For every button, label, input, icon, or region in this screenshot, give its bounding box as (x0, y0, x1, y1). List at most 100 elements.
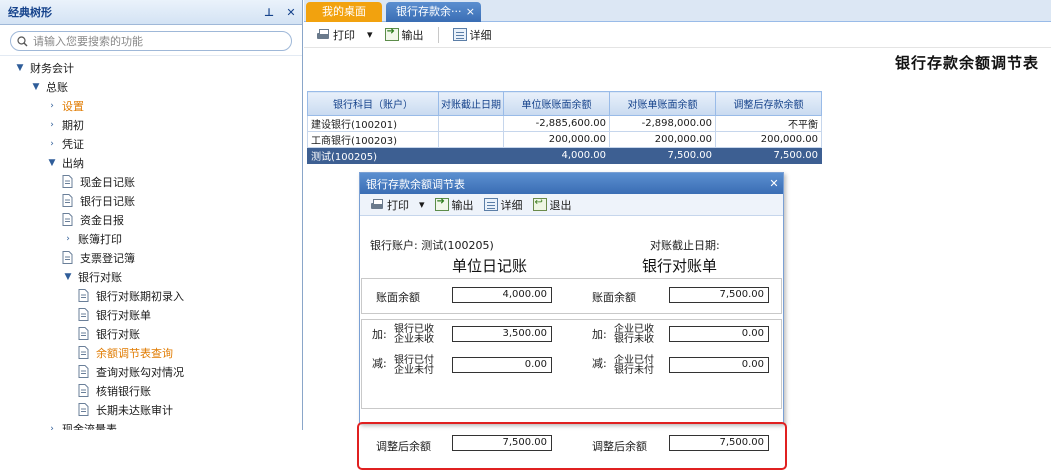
table-cell (438, 115, 504, 132)
dialog-exit-button[interactable]: 退出 (529, 195, 576, 215)
chevron-right-icon[interactable]: › (46, 424, 58, 431)
table-cell: 200,000.00 (503, 131, 610, 148)
left-panel-header: 经典树形 ⊥ ✕ (0, 0, 302, 25)
chevron-down-icon[interactable]: ▼ (46, 158, 58, 168)
right-add-label: 企业已收 银行未收 (614, 324, 654, 345)
tree-item-label: 查询对账勾对情况 (96, 365, 184, 379)
dialog-titlebar[interactable]: 银行存款余额调节表 ✕ (360, 173, 783, 194)
tree-item[interactable]: 银行对账单 (0, 305, 302, 324)
tree-item[interactable]: 银行对账 (0, 324, 302, 343)
reconciliation-table: 银行科目（账户） 对账截止日期 单位账账面余额 对账单账面余额 调整后存款余额 … (307, 91, 822, 164)
tree-item-label: 期初 (62, 118, 84, 132)
report-title: 银行存款余额调节表 (894, 54, 1039, 72)
tree-item[interactable]: ▼ 总账 (0, 77, 302, 96)
chevron-down-icon[interactable]: ▼ (14, 63, 26, 73)
chevron-down-icon[interactable]: ▼ (30, 82, 42, 92)
left-add-field[interactable]: 3,500.00 (452, 326, 552, 342)
tree-item-label: 设置 (62, 99, 84, 113)
tree-item[interactable]: › 现金流量表 (0, 419, 302, 431)
column-header[interactable]: 银行科目（账户） (307, 91, 439, 116)
book-balance-left-field[interactable]: 4,000.00 (452, 287, 552, 303)
table-row[interactable]: 工商银行(100203) 200,000.00 200,000.00 200,000.… (307, 131, 822, 148)
print-dropdown[interactable]: ▾ (363, 25, 377, 45)
table-cell: 7,500.00 (609, 147, 716, 164)
chevron-right-icon[interactable]: › (62, 234, 74, 244)
export-icon (384, 26, 399, 41)
document-icon (78, 308, 90, 321)
chevron-right-icon[interactable]: › (46, 101, 58, 111)
tree-item[interactable]: ▼ 银行对账 (0, 267, 302, 286)
tree-item[interactable]: ▼ 财务会计 (0, 58, 302, 77)
tree-item[interactable]: 资金日报 (0, 210, 302, 229)
dialog-print-label: 打印 (387, 198, 409, 212)
chevron-down-icon[interactable]: ▼ (62, 272, 74, 282)
tree-item[interactable]: 长期未达账审计 (0, 400, 302, 419)
right-add-field[interactable]: 0.00 (669, 326, 769, 342)
dialog-print-button[interactable]: 打印 (366, 195, 413, 215)
left-panel-title: 经典树形 (8, 6, 52, 19)
tree-item[interactable]: 现金日记账 (0, 172, 302, 191)
dialog-close-icon[interactable]: ✕ (765, 177, 783, 190)
tree-item-label: 银行对账单 (96, 308, 151, 322)
chevron-right-icon[interactable]: › (46, 120, 58, 130)
tree-item-label: 银行对账期初录入 (96, 289, 184, 303)
function-tree: ▼ 财务会计 ▼ 总账 › 设置 › 期初 › 凭证 ▼ 出纳 现金日记账 银行日记账 资金日报 › 账簿打印支… (0, 56, 302, 431)
tree-item[interactable]: › 账簿打印 (0, 229, 302, 248)
column-header[interactable]: 对账截止日期 (438, 91, 504, 116)
tree-item[interactable]: 银行对账期初录入 (0, 286, 302, 305)
chevron-down-icon: ▾ (419, 198, 425, 211)
table-cell (438, 147, 504, 164)
detail-button[interactable]: 详细 (449, 25, 496, 45)
tree-item-label: 总账 (46, 80, 68, 94)
table-cell: 200,000.00 (715, 131, 822, 148)
tab-my-desktop[interactable]: 我的桌面 (306, 2, 382, 22)
highlight-box (357, 422, 787, 470)
book-balance-label-left: 账面余额 (376, 291, 420, 304)
tree-item[interactable]: 银行日记账 (0, 191, 302, 210)
export-label: 输出 (401, 28, 424, 42)
column-header[interactable]: 调整后存款余额 (715, 91, 822, 116)
tab-bank-reconciliation[interactable]: 银行存款余··· × (386, 2, 481, 22)
main-toolbar: 打印 ▾ 输出 详细 (304, 22, 1051, 48)
dialog-detail-button[interactable]: 详细 (480, 195, 527, 215)
table-cell: 7,500.00 (715, 147, 822, 164)
export-button[interactable]: 输出 (381, 25, 428, 45)
print-button[interactable]: 打印 (312, 25, 359, 45)
dialog-export-button[interactable]: 输出 (431, 195, 478, 215)
tab-close-icon[interactable]: × (466, 2, 475, 22)
book-balance-right-field[interactable]: 7,500.00 (669, 287, 769, 303)
detail-icon (452, 28, 467, 41)
tree-item[interactable]: › 凭证 (0, 134, 302, 153)
tree-item[interactable]: › 设置 (0, 96, 302, 115)
right-subtract-field[interactable]: 0.00 (669, 357, 769, 373)
reconciliation-dialog: 银行存款余额调节表 ✕ 打印 ▾ 输出 详细 退出 银行账户: 测试(10020… (357, 172, 787, 470)
table-cell: 建设银行(100201) (307, 115, 439, 132)
detail-icon (483, 198, 498, 211)
tree-item[interactable]: ▼ 出纳 (0, 153, 302, 172)
table-cell: 测试(100205) (307, 147, 439, 164)
chevron-right-icon[interactable]: › (46, 139, 58, 149)
print-label: 打印 (333, 28, 355, 42)
tree-item[interactable]: 核销银行账 (0, 381, 302, 400)
document-icon (78, 346, 90, 359)
tree-item[interactable]: 支票登记簿 (0, 248, 302, 267)
dialog-toolbar: 打印 ▾ 输出 详细 退出 (360, 194, 783, 216)
company-journal-heading: 单位日记账 (452, 257, 528, 275)
search-input[interactable]: 请输入您要搜索的功能 (10, 31, 292, 51)
column-header[interactable]: 对账单账面余额 (609, 91, 716, 116)
table-row[interactable]: 测试(100205) 4,000.00 7,500.00 7,500.00 (307, 147, 822, 164)
search-placeholder: 请输入您要搜索的功能 (33, 35, 143, 48)
pin-icon[interactable]: ⊥ (258, 6, 280, 19)
tree-item[interactable]: › 期初 (0, 115, 302, 134)
table-row[interactable]: 建设银行(100201) -2,885,600.00 -2,898,000.00 不平… (307, 115, 822, 132)
search-bar: 请输入您要搜索的功能 (0, 25, 302, 56)
exit-icon (532, 197, 547, 211)
dialog-print-dropdown[interactable]: ▾ (415, 195, 429, 215)
column-header[interactable]: 单位账账面余额 (503, 91, 610, 116)
tree-item[interactable]: 余额调节表查询 (0, 343, 302, 362)
subtract-label-left: 减: (372, 357, 387, 370)
book-balance-label-right: 账面余额 (592, 291, 636, 304)
left-subtract-field[interactable]: 0.00 (452, 357, 552, 373)
close-icon[interactable]: ✕ (280, 6, 302, 19)
tree-item[interactable]: 查询对账勾对情况 (0, 362, 302, 381)
